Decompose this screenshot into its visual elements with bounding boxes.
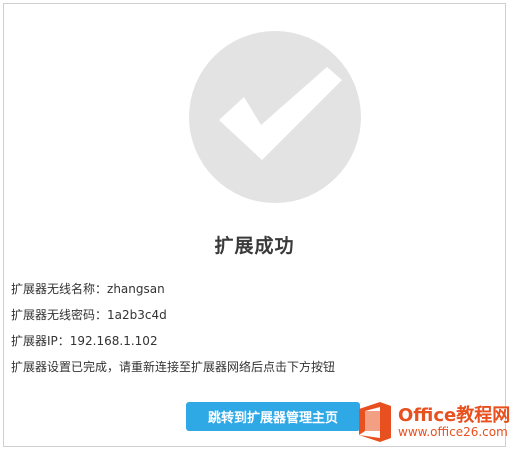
checkmark-icon [219, 67, 342, 160]
office-logo-icon [359, 402, 391, 442]
password-label: 扩展器无线密码： [11, 308, 108, 322]
success-checkmark-icon [189, 31, 361, 203]
ip-value: 192.168.1.102 [69, 334, 158, 348]
password-row: 扩展器无线密码：1a2b3c4d [11, 306, 167, 323]
result-panel: 扩展成功 扩展器无线名称：zhangsan 扩展器无线密码：1a2b3c4d 扩… [3, 3, 506, 447]
watermark: Office教程网 www.office26.com [356, 398, 510, 448]
ssid-value: zhangsan [107, 282, 165, 296]
watermark-url: www.office26.com [398, 425, 508, 439]
ip-label: 扩展器IP： [11, 334, 70, 348]
ssid-row: 扩展器无线名称：zhangsan [11, 280, 165, 297]
goto-management-button[interactable]: 跳转到扩展器管理主页 [186, 402, 360, 431]
ip-row: 扩展器IP：192.168.1.102 [11, 332, 158, 349]
password-value: 1a2b3c4d [107, 308, 167, 322]
checkmark-shape [219, 67, 342, 160]
watermark-brand: Office教程网 [398, 405, 511, 426]
instruction-text: 扩展器设置已完成，请重新连接至扩展器网络后点击下方按钮 [11, 360, 336, 374]
ssid-label: 扩展器无线名称： [11, 282, 108, 296]
status-title: 扩展成功 [214, 235, 295, 257]
